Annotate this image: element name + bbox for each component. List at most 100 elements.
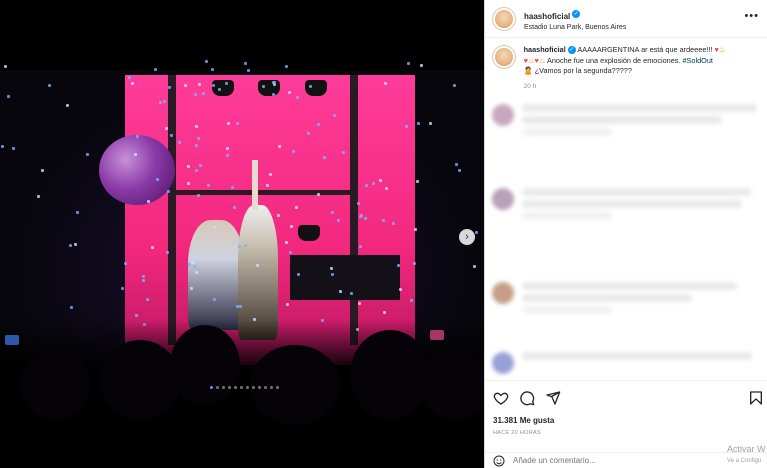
- confetti-piece: [187, 165, 190, 168]
- confetti-piece: [170, 134, 173, 137]
- carousel-next-button[interactable]: ›: [459, 229, 475, 245]
- confetti-piece: [372, 182, 375, 185]
- confetti-piece: [197, 194, 200, 197]
- confetti-piece: [458, 169, 461, 172]
- caption-time: 20 h: [523, 82, 537, 90]
- comment-icon[interactable]: [519, 390, 535, 406]
- balloon: [99, 135, 175, 205]
- confetti-piece: [231, 186, 234, 189]
- confetti-piece: [187, 182, 190, 185]
- stage-light: [212, 80, 234, 96]
- confetti-piece: [136, 135, 139, 138]
- confetti-piece: [124, 262, 127, 265]
- confetti-piece: [205, 60, 208, 63]
- carousel-dot: [270, 386, 273, 389]
- confetti-piece: [364, 217, 367, 220]
- confetti-piece: [252, 162, 255, 165]
- confetti-piece: [262, 85, 265, 88]
- confetti-piece: [188, 263, 191, 266]
- crowd-head: [350, 330, 430, 420]
- confetti-piece: [194, 93, 197, 96]
- blurred-text: [522, 188, 752, 196]
- blurred-text: [522, 294, 692, 302]
- carousel-dot: [222, 386, 225, 389]
- post-photo[interactable]: ›: [0, 0, 484, 468]
- comment-item: [492, 352, 752, 374]
- person-emoji-icon: 🙎: [523, 66, 533, 76]
- confetti-piece: [7, 95, 10, 98]
- crowd-head: [20, 350, 90, 420]
- confetti-piece: [86, 153, 89, 156]
- hashtag-link[interactable]: #SoldOut: [682, 56, 712, 65]
- confetti-piece: [199, 164, 202, 167]
- confetti-piece: [337, 219, 340, 222]
- carousel-dot: [234, 386, 237, 389]
- confetti-piece: [244, 244, 247, 247]
- blurred-text: [522, 282, 737, 290]
- confetti-piece: [277, 214, 280, 217]
- confetti-piece: [292, 150, 295, 153]
- avatar[interactable]: [492, 6, 516, 31]
- blurred-text: [522, 200, 742, 208]
- confetti-piece: [142, 275, 145, 278]
- avatar[interactable]: [492, 45, 516, 69]
- confetti-piece: [266, 184, 269, 187]
- caption-username[interactable]: haashoficial: [524, 45, 566, 54]
- confetti-piece: [392, 222, 395, 225]
- share-icon[interactable]: [545, 390, 561, 406]
- performer-left: [188, 220, 244, 330]
- confetti-piece: [383, 311, 386, 314]
- emoji-icon[interactable]: [493, 455, 505, 467]
- heart-icon[interactable]: [493, 390, 509, 406]
- confetti-piece: [165, 127, 168, 130]
- comment-item: [492, 188, 752, 224]
- confetti-piece: [413, 262, 416, 265]
- likes-count[interactable]: 31.381 Me gusta: [493, 416, 760, 425]
- confetti-piece: [382, 219, 385, 222]
- confetti-piece: [307, 132, 310, 135]
- bookmark-icon[interactable]: [748, 390, 764, 406]
- stage-light: [298, 225, 320, 241]
- confetti-piece: [290, 225, 293, 228]
- confetti-piece: [297, 273, 300, 276]
- confetti-piece: [333, 114, 336, 117]
- crowd-head: [100, 340, 180, 420]
- caption-line-2: Anoche fue una explosión de emociones.: [546, 55, 681, 65]
- comment-item: [492, 104, 757, 140]
- post-timestamp[interactable]: HACE 20 HORAS: [493, 430, 760, 436]
- crowd-head: [170, 325, 240, 405]
- confetti-piece: [247, 69, 250, 72]
- confetti-piece: [244, 62, 247, 65]
- comment-avatar: [492, 188, 514, 210]
- comment-item: [492, 282, 737, 318]
- carousel-dot: [252, 386, 255, 389]
- stage-truss: [350, 75, 358, 345]
- carousel-dot: [216, 386, 219, 389]
- confetti-piece: [69, 244, 72, 247]
- more-icon[interactable]: •••: [744, 10, 759, 22]
- confetti-piece: [331, 211, 334, 214]
- confetti-piece: [285, 241, 288, 244]
- confetti-piece: [191, 261, 194, 264]
- comment-input[interactable]: [513, 456, 713, 465]
- caption-line-1: AAAAARGENTINA: [577, 45, 640, 54]
- carousel-dot: [210, 386, 213, 389]
- carousel-dot: [264, 386, 267, 389]
- confetti-piece: [202, 92, 205, 95]
- phone-screen: [430, 330, 444, 340]
- confetti-piece: [218, 88, 221, 91]
- confetti-piece: [405, 125, 408, 128]
- post-actions: 31.381 Me gusta HACE 20 HORAS: [485, 380, 767, 436]
- confetti-piece: [331, 273, 334, 276]
- location-link[interactable]: Estadio Luna Park, Buenos Aires: [524, 24, 626, 32]
- fire-emoji-icon: ♨: [538, 55, 546, 65]
- confetti-piece: [76, 211, 79, 214]
- confetti-piece: [273, 81, 276, 84]
- confetti-piece: [142, 279, 145, 282]
- confetti-piece: [236, 305, 239, 308]
- confetti-piece: [4, 65, 7, 68]
- confetti-piece: [41, 169, 44, 172]
- post-side-panel: haashoficial ✓ Estadio Luna Park, Buenos …: [484, 0, 767, 468]
- username-link[interactable]: haashoficial: [524, 12, 570, 21]
- comment-avatar: [492, 352, 514, 374]
